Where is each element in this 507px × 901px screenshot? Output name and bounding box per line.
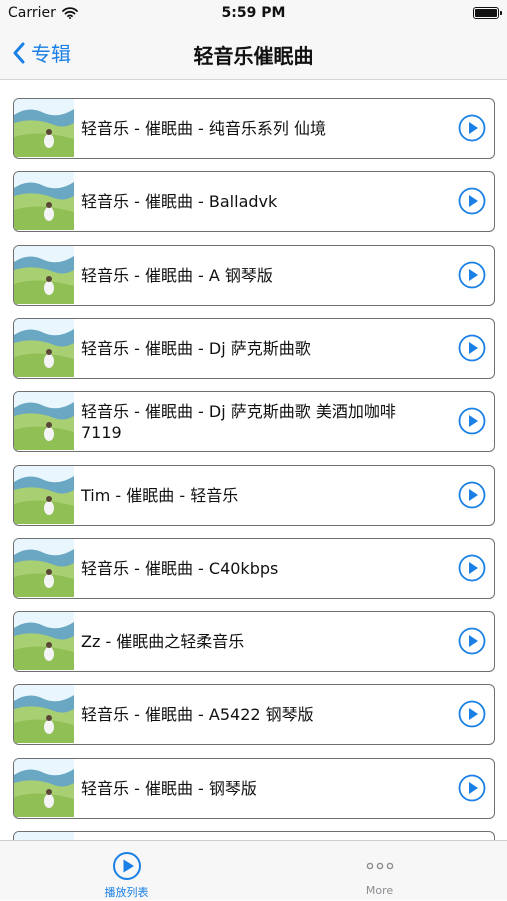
track-title: Tim - 催眠曲 - 轻音乐 — [81, 485, 239, 505]
back-button-label: 专辑 — [31, 42, 71, 66]
play-button[interactable] — [458, 774, 486, 802]
play-button[interactable] — [458, 334, 486, 362]
track-row[interactable]: 轻音乐 - 催眠曲 - Dj 萨克斯曲歌 美酒加咖啡 7119 — [13, 391, 495, 453]
track-row[interactable]: 轻音乐 - 催眠曲 - 钢琴版 — [13, 757, 495, 819]
track-row[interactable]: 轻音乐 - 催眠曲 - 纯音乐系列 仙境 — [13, 98, 495, 159]
tab-playlist[interactable]: 播放列表 — [0, 841, 253, 901]
play-button[interactable] — [458, 627, 486, 655]
album-cover-image — [14, 392, 74, 451]
album-cover-image — [14, 465, 74, 524]
track-title: 轻音乐 - 催眠曲 - 纯音乐系列 仙境 — [81, 119, 326, 138]
track-title: 轻音乐 - 催眠曲 - A 钢琴版 — [81, 265, 273, 285]
battery-icon — [473, 7, 502, 19]
track-title: 轻音乐 - 催眠曲 - Dj 萨克斯曲歌 美酒加咖啡 7119 — [81, 401, 396, 442]
track-row[interactable]: 轻音乐 - 催眠曲 - A 钢琴版 — [13, 244, 495, 306]
play-button[interactable] — [458, 481, 486, 509]
album-cover-image — [14, 832, 74, 840]
tab-playlist-label: 播放列表 — [104, 886, 149, 899]
status-bar: Carrier 5:59 PM — [0, 0, 507, 28]
album-cover-image — [14, 99, 74, 157]
track-title: 轻音乐 - 催眠曲 - A5422 钢琴版 — [81, 705, 314, 725]
track-row[interactable]: 轻音乐 - 催眠曲 - Dj 萨克斯曲歌 — [13, 317, 495, 379]
track-title: 轻音乐 - 催眠曲 - Balladvk — [81, 192, 278, 212]
play-circle-icon — [113, 852, 141, 880]
track-row[interactable]: Zz - 催眠曲之轻柔音乐 — [13, 611, 495, 673]
status-time: 5:59 PM — [221, 5, 286, 21]
navigation-bar: 专辑 轻音乐催眠曲 — [0, 28, 507, 80]
play-button[interactable] — [458, 114, 486, 142]
more-dots-icon — [366, 862, 394, 870]
album-cover-image — [14, 245, 74, 304]
track-row[interactable]: 轻音乐 - 催眠曲 - C40kbps — [13, 537, 495, 599]
album-cover-image — [14, 612, 74, 671]
chevron-left-icon — [13, 42, 25, 63]
track-row[interactable]: Tim - 催眠曲 - 轻音乐 — [13, 464, 495, 526]
tab-bar: 播放列表 More — [0, 840, 507, 900]
tab-more[interactable]: More — [253, 841, 506, 901]
track-title — [81, 832, 438, 840]
track-title: 轻音乐 - 催眠曲 - 钢琴版 — [81, 778, 257, 798]
play-button[interactable] — [458, 554, 486, 582]
back-button[interactable]: 专辑 — [12, 38, 71, 67]
track-row[interactable]: 轻音乐 - 催眠曲 - A5422 钢琴版 — [13, 684, 495, 746]
track-title: 轻音乐 - 催眠曲 - Dj 萨克斯曲歌 — [81, 338, 311, 358]
play-button[interactable] — [458, 261, 486, 289]
tab-more-label: More — [365, 884, 394, 897]
play-button[interactable] — [458, 700, 486, 728]
album-cover-image — [14, 538, 74, 597]
page-title: 轻音乐催眠曲 — [193, 44, 314, 68]
album-cover-image — [14, 758, 74, 817]
play-button[interactable] — [458, 407, 486, 435]
track-row[interactable]: 轻音乐 - 催眠曲 - Balladvk — [13, 171, 495, 233]
track-list[interactable]: 轻音乐 - 催眠曲 - 纯音乐系列 仙境 轻音乐 - 催眠曲 - Balladvk… — [0, 80, 507, 840]
album-cover-image — [14, 172, 74, 231]
track-row[interactable] — [13, 831, 495, 840]
play-button[interactable] — [458, 187, 486, 215]
track-title: 轻音乐 - 催眠曲 - C40kbps — [81, 558, 279, 578]
album-cover-image — [14, 318, 74, 377]
album-cover-image — [14, 685, 74, 744]
track-title: Zz - 催眠曲之轻柔音乐 — [81, 632, 245, 652]
